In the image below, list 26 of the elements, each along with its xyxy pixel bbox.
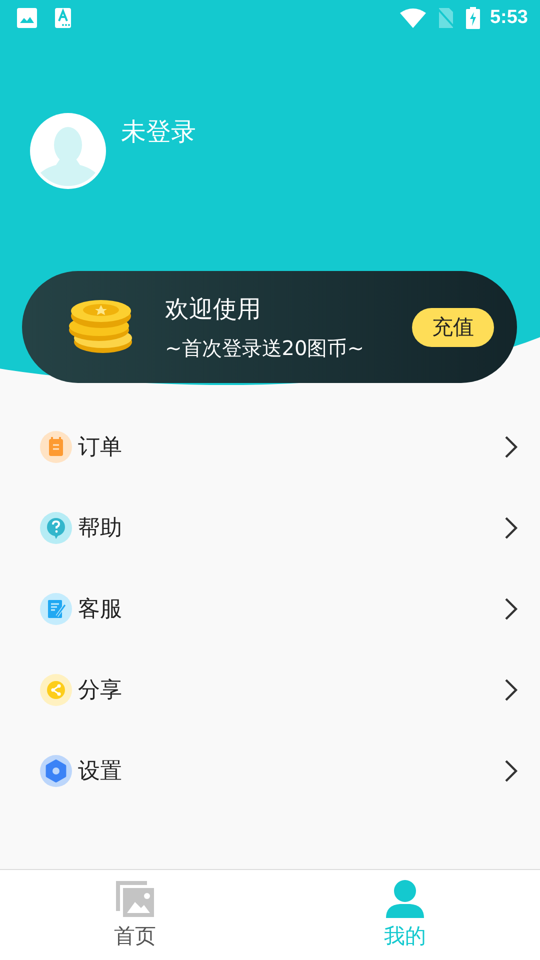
- menu-item[interactable]: 订单: [78, 432, 498, 462]
- battery-charging-icon: [466, 7, 480, 29]
- help-icon: [40, 512, 72, 544]
- clipboard-icon: [40, 430, 72, 462]
- wifi-icon: [400, 8, 426, 28]
- chevron-right-icon[interactable]: [504, 758, 518, 782]
- menu-item[interactable]: 分享: [78, 674, 498, 704]
- menu-item[interactable]: 帮助: [78, 512, 498, 542]
- keyboard-icon: [54, 7, 72, 29]
- clock: 5:53: [490, 7, 528, 29]
- gallery-icon: [115, 880, 155, 918]
- promo-subtitle: ~首次登录送20图币~: [165, 334, 365, 362]
- recharge-button[interactable]: 充值: [412, 308, 494, 346]
- nav-tab[interactable]: 首页: [0, 870, 270, 960]
- note-icon: [40, 592, 72, 624]
- chevron-right-icon[interactable]: [504, 434, 518, 458]
- image-icon: [16, 7, 38, 29]
- chevron-right-icon[interactable]: [504, 596, 518, 620]
- chevron-right-icon[interactable]: [504, 678, 518, 702]
- chevron-right-icon[interactable]: [504, 516, 518, 540]
- person-icon: [385, 880, 425, 918]
- promo-title: 欢迎使用: [165, 294, 262, 324]
- settings-icon: [40, 754, 72, 786]
- menu-item[interactable]: 客服: [78, 594, 498, 624]
- menu-item[interactable]: 设置: [78, 756, 498, 786]
- share-icon: [40, 674, 72, 706]
